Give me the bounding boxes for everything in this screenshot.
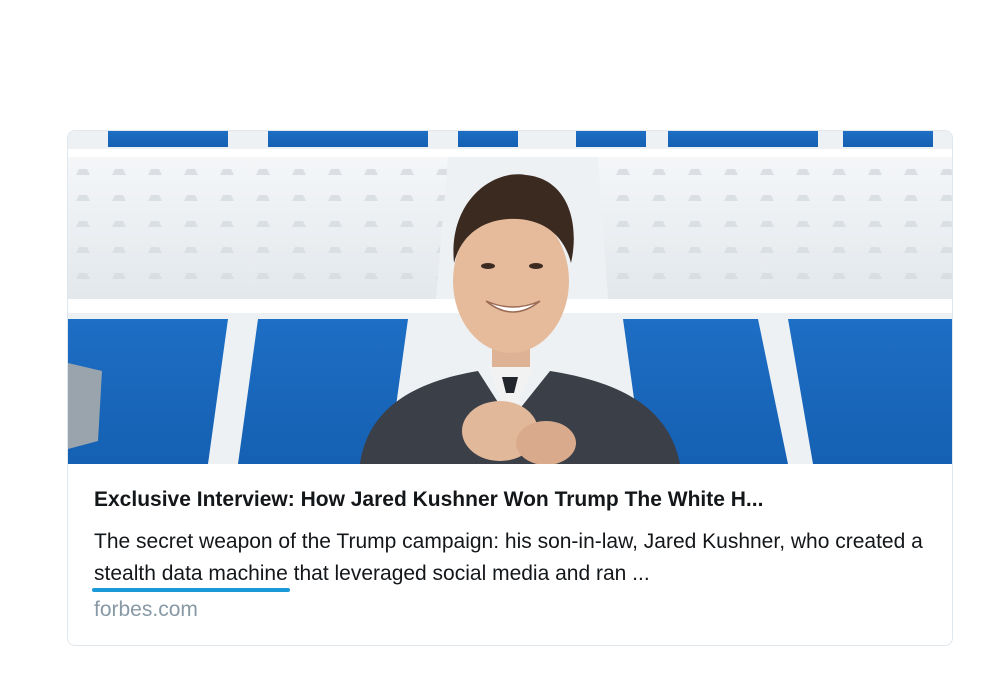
highlighted-phrase: stealth data machine — [92, 558, 290, 592]
link-preview-image[interactable] — [68, 131, 952, 464]
link-preview-card[interactable]: Exclusive Interview: How Jared Kushner W… — [67, 130, 953, 646]
link-title[interactable]: Exclusive Interview: How Jared Kushner W… — [94, 486, 926, 514]
description-text-after: that leveraged social media and ran ... — [287, 562, 650, 585]
description-text-before: The secret weapon of the Trump campaign:… — [94, 530, 923, 553]
link-description: The secret weapon of the Trump campaign:… — [92, 526, 926, 592]
portrait-illustration — [68, 131, 952, 464]
link-preview-text: Exclusive Interview: How Jared Kushner W… — [92, 476, 926, 624]
link-domain: forbes.com — [94, 598, 198, 621]
